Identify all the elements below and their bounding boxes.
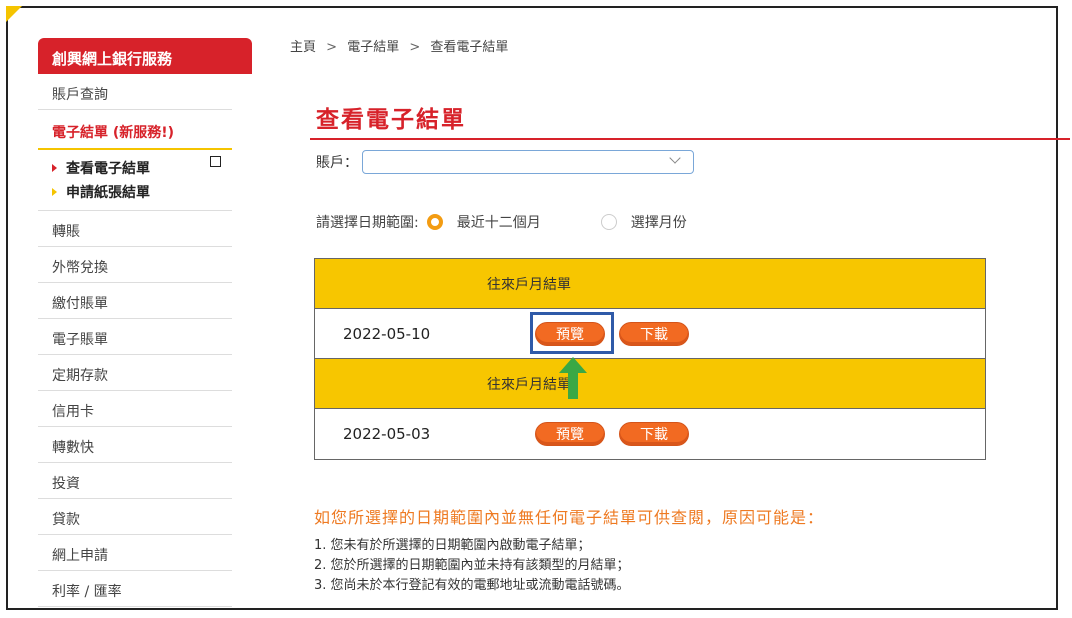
sidebar-subitem-paper-statement[interactable]: 申請紙張結單: [52, 180, 232, 204]
sidebar-menu: 賬戶查詢 電子結單 (新服務!) 查看電子結單 申請紙張結單 轉賬 外幣兌換 繳…: [38, 74, 252, 607]
sidebar-item-e-bill[interactable]: 電子賬單: [38, 319, 232, 355]
sidebar-subitem-view-e-statement[interactable]: 查看電子結單: [52, 156, 232, 180]
radio-label-select-month[interactable]: 選擇月份: [631, 212, 687, 232]
radio-last-twelve-months[interactable]: [426, 214, 443, 230]
sidebar-subitem-label: 申請紙張結單: [66, 185, 150, 201]
cursor-icon: [210, 156, 221, 167]
sidebar-item-online-application[interactable]: 網上申請: [38, 535, 232, 571]
account-select[interactable]: [362, 150, 694, 174]
statement-group-title: 往來戶月結單: [487, 276, 571, 293]
sidebar-item-e-statement[interactable]: 電子結單 (新服務!): [38, 110, 232, 150]
table-row: 2022-05-10 預覽 下載: [315, 309, 985, 359]
statement-date: 2022-05-03: [343, 425, 431, 443]
chevron-down-icon: [669, 152, 681, 164]
breadcrumb-current: 查看電子結單: [430, 40, 509, 55]
arrow-up-icon: [559, 357, 587, 399]
table-row: 2022-05-03 預覽 下載: [315, 409, 985, 459]
preview-button[interactable]: 預覽: [535, 321, 605, 346]
sidebar-item-fx-exchange[interactable]: 外幣兌換: [38, 247, 232, 283]
sidebar-item-time-deposit[interactable]: 定期存款: [38, 355, 232, 391]
sidebar-item-investment[interactable]: 投資: [38, 463, 232, 499]
sidebar-item-bill-payment[interactable]: 繳付賬單: [38, 283, 232, 319]
title-divider: [310, 138, 1070, 140]
statement-date: 2022-05-10: [343, 324, 431, 343]
sidebar-item-transfer[interactable]: 轉賬: [38, 211, 232, 247]
sidebar-item-fps[interactable]: 轉數快: [38, 427, 232, 463]
sidebar-header: 創興網上銀行服務: [38, 38, 252, 74]
main-content: 主頁 > 電子結單 > 查看電子結單 查看電子結單 賬戶： 請選擇日期範圍: 最…: [282, 36, 1072, 593]
date-range-row: 請選擇日期範圍: 最近十二個月 選擇月份: [316, 212, 687, 232]
breadcrumb-separator: >: [326, 40, 338, 55]
sidebar-item-credit-card[interactable]: 信用卡: [38, 391, 232, 427]
breadcrumb-separator: >: [409, 40, 421, 55]
page-title: 查看電子結單: [316, 107, 466, 133]
date-range-label: 請選擇日期範圍:: [316, 215, 419, 231]
download-button[interactable]: 下載: [619, 422, 689, 446]
radio-select-month[interactable]: [600, 214, 617, 230]
sidebar-item-account-inquiry[interactable]: 賬戶查詢: [38, 74, 232, 110]
sidebar-item-loans[interactable]: 貸款: [38, 499, 232, 535]
account-label: 賬戶：: [316, 155, 358, 171]
triangle-bullet-icon: [52, 164, 57, 172]
radio-label-last-twelve-months[interactable]: 最近十二個月: [457, 212, 541, 232]
notice-line: 2. 您於所選擇的日期範圍內並未持有該類型的月結單；: [314, 558, 630, 573]
account-row: 賬戶：: [316, 150, 694, 174]
breadcrumb-home[interactable]: 主頁: [290, 40, 316, 55]
notice-box: 如您所選擇的日期範圍內並無任何電子結單可供查閱，原因可能是： 1. 您未有於所選…: [314, 504, 1014, 594]
sidebar-submenu: 查看電子結單 申請紙張結單: [38, 150, 232, 211]
triangle-bullet-icon: [52, 188, 57, 196]
statement-group-header: 往來戶月結單: [315, 359, 985, 409]
corner-accent: [6, 6, 22, 22]
breadcrumb-e-statement[interactable]: 電子結單: [347, 40, 399, 55]
sidebar-item-rates[interactable]: 利率 / 匯率: [38, 571, 232, 607]
statement-group-header: 往來戶月結單: [315, 259, 985, 309]
preview-button[interactable]: 預覽: [535, 422, 605, 446]
notice-line: 3. 您尚未於本行登記有效的電郵地址或流動電話號碼。: [314, 578, 630, 593]
notice-title: 如您所選擇的日期範圍內並無任何電子結單可供查閱，原因可能是：: [314, 508, 825, 527]
statement-table: 往來戶月結單 2022-05-10 預覽 下載 往來戶月結單 2022-05-0…: [314, 258, 986, 460]
breadcrumb: 主頁 > 電子結單 > 查看電子結單: [282, 36, 1072, 56]
sidebar-subitem-label: 查看電子結單: [66, 161, 150, 177]
sidebar: 創興網上銀行服務 賬戶查詢 電子結單 (新服務!) 查看電子結單 申請紙張結單 …: [38, 38, 252, 607]
notice-line: 1. 您未有於所選擇的日期範圍內啟動電子結單；: [314, 538, 591, 553]
download-button[interactable]: 下載: [619, 321, 689, 346]
